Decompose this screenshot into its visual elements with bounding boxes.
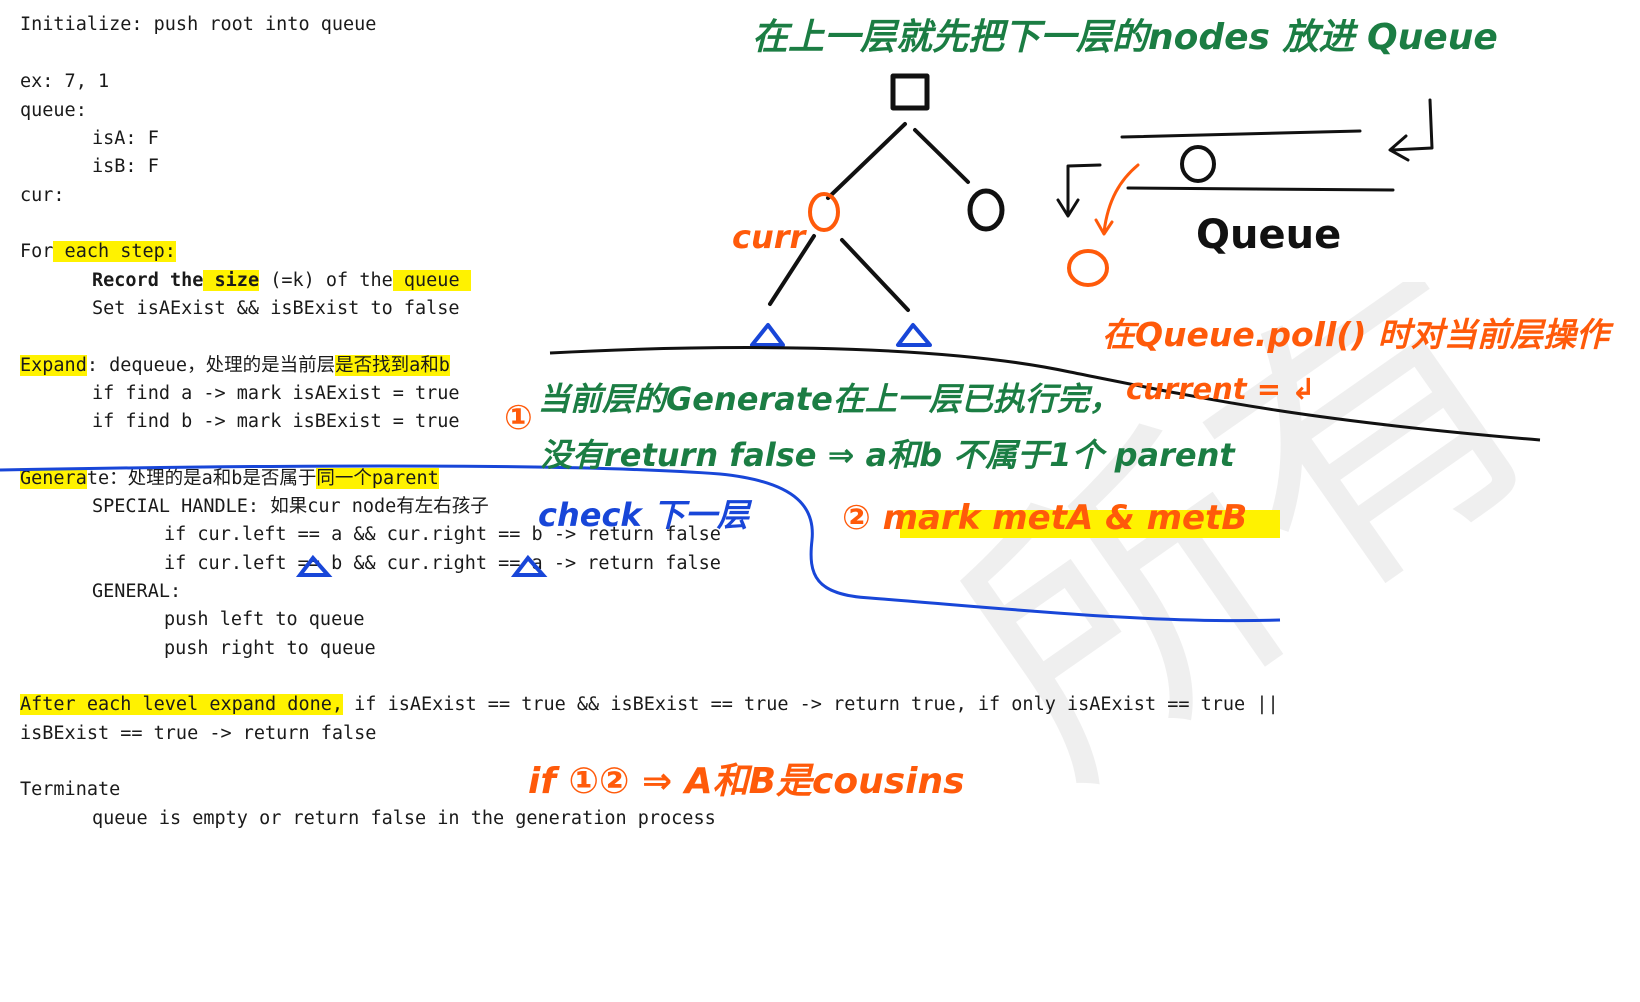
dequeue-arrow xyxy=(1056,163,1102,218)
curr-label: curr xyxy=(732,218,806,256)
cousins-note: if ①② ⇒ A和B是cousins xyxy=(528,761,965,802)
generate-note-line2: 没有return false ⇒ a和b 不属于1个 parent xyxy=(540,436,1235,474)
edge-root-left xyxy=(826,122,907,200)
curr-node xyxy=(808,192,840,232)
top-note-handwriting: 在上一层就先把下一层的nodes 放进 Queue xyxy=(752,17,1498,58)
edge-curr-right xyxy=(840,238,910,312)
queue-label: Queue xyxy=(1196,212,1342,258)
left-grandchild-node xyxy=(750,323,785,347)
queue-bottom-line xyxy=(1126,186,1395,192)
poll-note: 在Queue.poll() 时对当前层操作 xyxy=(1102,315,1609,354)
queue-node xyxy=(1180,145,1216,183)
mark-meta-metb-note: ② mark metA & metB xyxy=(842,498,1248,538)
poll-arrow xyxy=(1094,163,1140,236)
circle-one-marker: ① xyxy=(504,398,533,438)
code-triangle-left xyxy=(295,554,333,577)
polled-node xyxy=(1067,249,1109,287)
root-node xyxy=(890,73,930,111)
current-note: current = ↲ xyxy=(1126,372,1316,406)
right-grandchild-node xyxy=(896,323,932,347)
enqueue-arrow xyxy=(1388,98,1434,162)
code-triangle-right xyxy=(510,554,548,577)
edge-root-right xyxy=(913,128,970,184)
right-child-node xyxy=(967,188,1005,232)
generate-note-line1: 当前层的Generate在上一层已执行完， xyxy=(538,380,1121,418)
tree-diagram xyxy=(750,73,1005,347)
queue-top-line xyxy=(1120,129,1362,139)
check-next-level-note: check 下一层 xyxy=(538,496,749,534)
